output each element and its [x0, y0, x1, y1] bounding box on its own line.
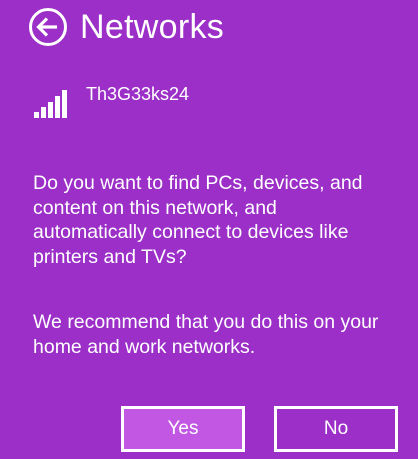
recommendation-text: We recommend that you do this on your ho… — [33, 311, 379, 358]
networks-panel: Networks Th3G33ks24 Do you want to find … — [0, 0, 418, 459]
wifi-signal-icon — [34, 90, 67, 118]
discovery-question: Do you want to find PCs, devices, and co… — [33, 172, 363, 268]
page-title: Networks — [80, 8, 225, 46]
back-arrow-icon — [29, 8, 67, 46]
back-button[interactable] — [28, 7, 68, 47]
yes-button[interactable]: Yes — [121, 406, 245, 452]
network-item[interactable]: Th3G33ks24 — [34, 84, 189, 118]
network-name: Th3G33ks24 — [86, 84, 190, 104]
no-button[interactable]: No — [274, 406, 398, 452]
header: Networks — [28, 5, 224, 49]
